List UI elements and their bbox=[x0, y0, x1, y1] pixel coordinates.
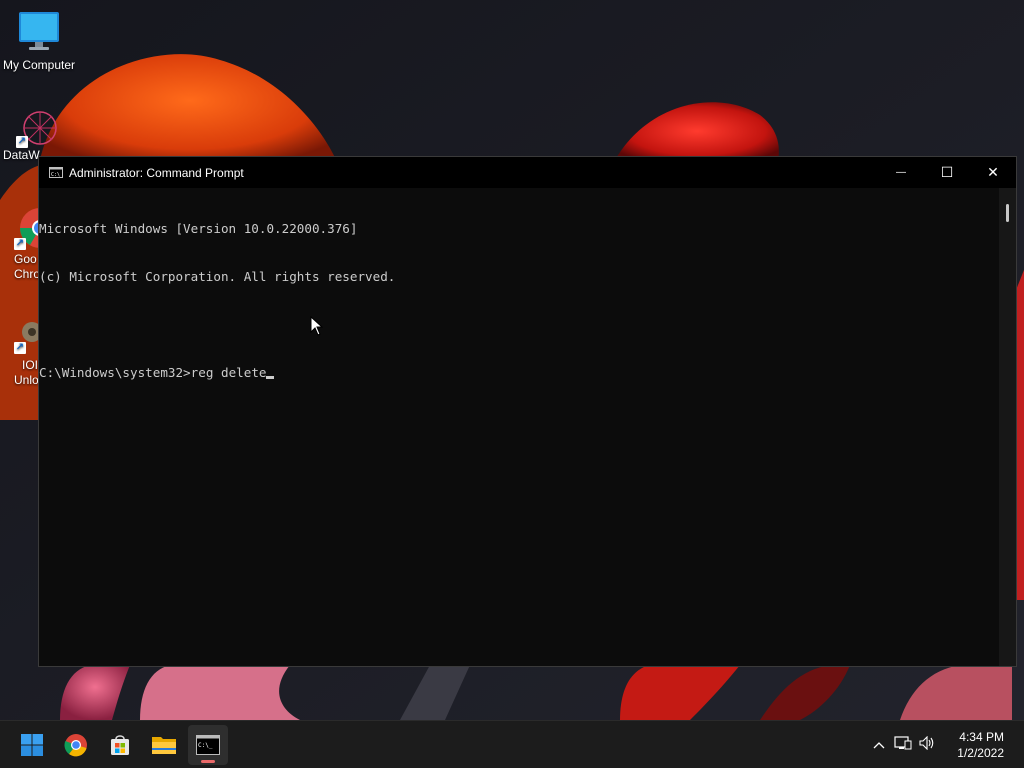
taskbar-chrome-button[interactable] bbox=[56, 725, 96, 765]
active-app-indicator bbox=[201, 760, 215, 763]
scrollbar-thumb[interactable] bbox=[1006, 204, 1009, 222]
chrome-icon bbox=[64, 734, 87, 757]
close-icon: ✕ bbox=[987, 164, 999, 180]
command-line[interactable]: C:\Windows\system32>reg delete bbox=[39, 365, 999, 381]
folder-icon bbox=[152, 737, 176, 754]
close-button[interactable]: ✕ bbox=[970, 157, 1016, 188]
clock-time: 4:34 PM bbox=[959, 730, 1004, 744]
dataw-icon: ↗ bbox=[14, 108, 57, 148]
maximize-icon: ☐ bbox=[940, 164, 954, 180]
window-title: Administrator: Command Prompt bbox=[69, 165, 244, 180]
typed-command: reg delete bbox=[190, 365, 267, 380]
desktop-icon-dataw[interactable]: ↗ DataW bbox=[0, 108, 57, 163]
network-button[interactable] bbox=[890, 735, 916, 756]
console-output[interactable]: Microsoft Windows [Version 10.0.22000.37… bbox=[39, 188, 999, 666]
taskbar: C:\_ 4:34 PM 1/2/2022 bbox=[0, 720, 1024, 768]
chevron-up-icon bbox=[873, 742, 885, 749]
shortcut-arrow-icon: ↗ bbox=[14, 238, 26, 250]
taskbar-file-explorer-button[interactable] bbox=[144, 725, 184, 765]
shortcut-arrow-icon: ↗ bbox=[16, 136, 28, 148]
clock-date: 1/2/2022 bbox=[957, 746, 1004, 760]
console-line: (c) Microsoft Corporation. All rights re… bbox=[39, 269, 396, 284]
clock[interactable]: 4:34 PM 1/2/2022 bbox=[957, 729, 1004, 761]
console-line: Microsoft Windows [Version 10.0.22000.37… bbox=[39, 221, 358, 236]
taskbar-command-prompt-button[interactable]: C:\_ bbox=[188, 725, 228, 765]
volume-button[interactable] bbox=[916, 735, 938, 755]
minimize-icon: — bbox=[896, 167, 906, 178]
cmd-icon: C:\_ bbox=[196, 735, 220, 755]
svg-text:C:\_: C:\_ bbox=[198, 742, 213, 749]
mouse-pointer-icon bbox=[310, 316, 324, 336]
system-tray bbox=[868, 721, 938, 768]
cmd-icon: C:\ bbox=[49, 167, 63, 178]
windows-logo-icon bbox=[21, 734, 43, 756]
speaker-icon bbox=[919, 735, 934, 750]
text-cursor bbox=[266, 376, 275, 379]
vertical-scrollbar[interactable] bbox=[999, 188, 1016, 666]
network-icon bbox=[894, 735, 912, 749]
desktop-icon-my-computer[interactable]: My Computer bbox=[0, 10, 78, 73]
monitor-icon bbox=[17, 10, 61, 54]
maximize-button[interactable]: ☐ bbox=[924, 157, 970, 188]
store-icon bbox=[111, 735, 129, 755]
taskbar-store-button[interactable] bbox=[100, 725, 140, 765]
desktop-icon-label: My Computer bbox=[2, 58, 76, 72]
shortcut-arrow-icon: ↗ bbox=[14, 342, 26, 354]
window-titlebar[interactable]: C:\ Administrator: Command Prompt — ☐ ✕ bbox=[39, 157, 1016, 188]
console-prompt: C:\Windows\system32> bbox=[39, 365, 191, 380]
show-hidden-icons-button[interactable] bbox=[868, 738, 890, 752]
svg-text:C:\: C:\ bbox=[51, 172, 60, 178]
minimize-button[interactable]: — bbox=[878, 157, 924, 188]
start-button[interactable] bbox=[12, 725, 52, 765]
command-prompt-window[interactable]: C:\ Administrator: Command Prompt — ☐ ✕ … bbox=[38, 156, 1017, 667]
